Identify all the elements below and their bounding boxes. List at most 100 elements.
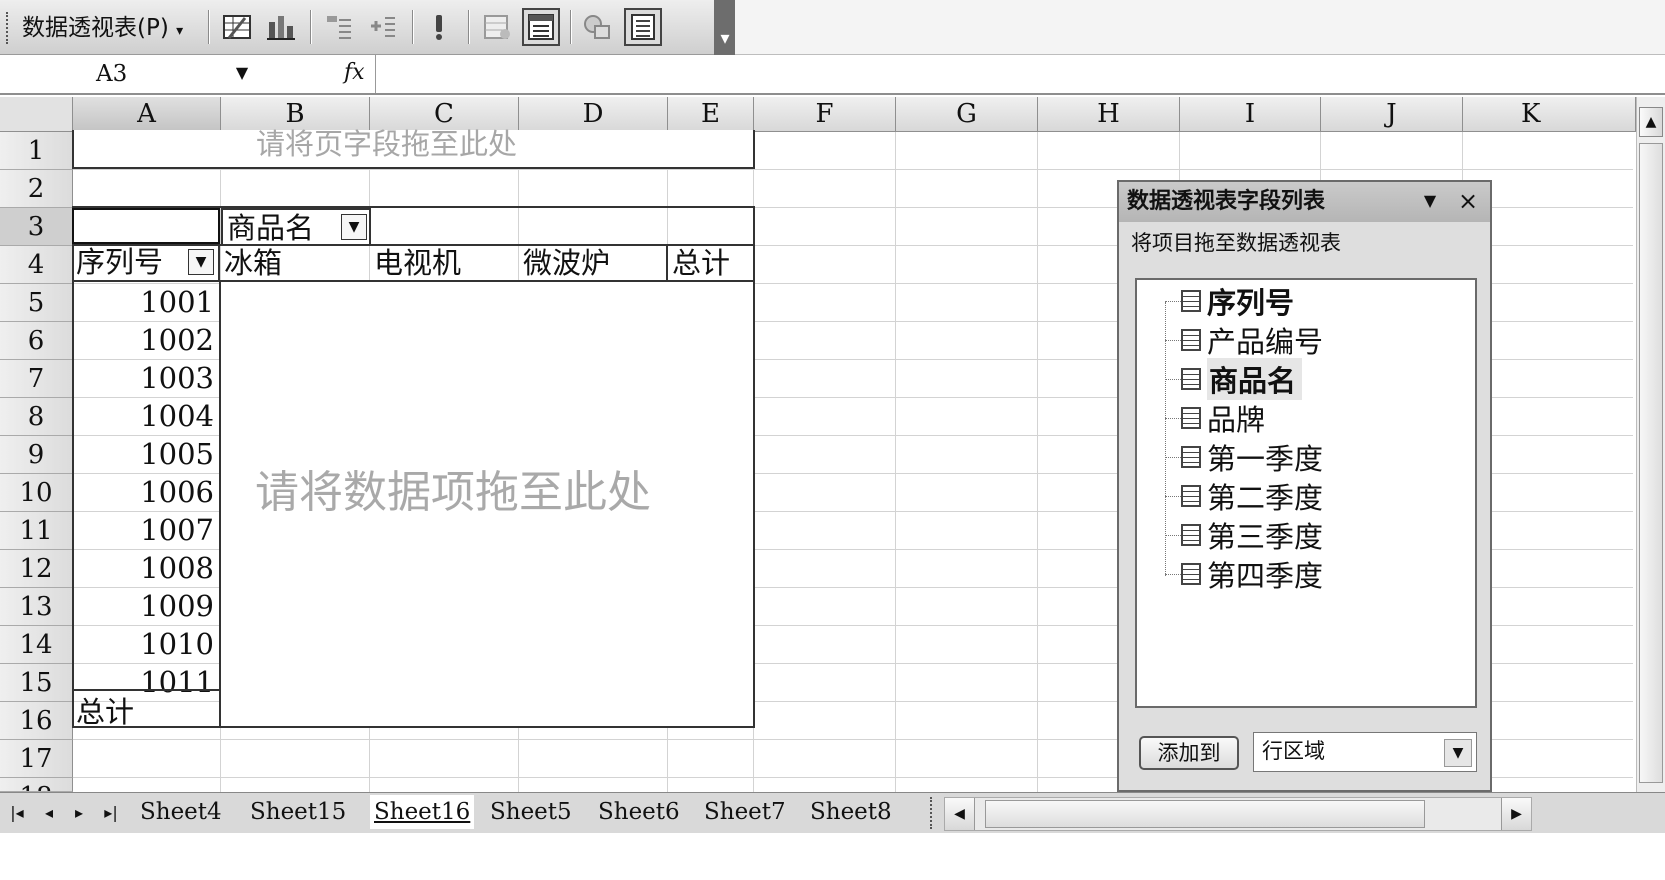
row-header-9[interactable]: 9 [0,436,73,474]
refresh-data-icon[interactable] [420,8,458,46]
page-field-drop-area[interactable]: 请将页字段拖至此处 [72,127,755,169]
field-item-q1[interactable]: 第一季度 [1165,438,1323,476]
sheet-tab[interactable]: Sheet7 [700,795,790,829]
active-cell-a3[interactable] [72,208,220,244]
tree-branch [1165,417,1181,419]
scroll-left-icon[interactable]: ◀ [945,798,975,830]
row-header-13[interactable]: 13 [0,588,73,626]
column-field-dropdown-icon[interactable]: ▼ [341,214,367,240]
row-header-12[interactable]: 12 [0,550,73,588]
show-detail-icon[interactable] [364,8,402,46]
tree-branch [1165,573,1181,575]
column-header-d[interactable]: D [519,97,668,132]
field-icon [1181,407,1201,429]
row-header-16[interactable]: 16 [0,702,73,740]
field-label: 产品编号 [1207,325,1324,359]
sheet-tab-active[interactable]: Sheet16 [370,795,475,829]
field-settings-icon[interactable] [578,8,616,46]
column-header-g[interactable]: G [896,97,1038,132]
row-header-18[interactable]: 18 [0,778,73,792]
format-report-icon[interactable] [218,8,256,46]
row-header-4[interactable]: 4 [0,246,73,284]
field-item-serial[interactable]: 序列号 [1165,282,1294,320]
gridline [73,169,1633,170]
column-field-button[interactable]: 商品名 ▼ [221,208,371,245]
field-label: 品牌 [1207,403,1266,437]
column-header-f[interactable]: F [754,97,896,132]
first-sheet-icon[interactable]: |◂ [6,799,28,827]
hide-detail-icon[interactable] [320,8,358,46]
horizontal-scroll-thumb[interactable] [985,800,1425,828]
column-header-e[interactable]: E [668,97,754,132]
column-header-i[interactable]: I [1180,97,1321,132]
last-sheet-icon[interactable]: ▸| [100,799,122,827]
chart-wizard-icon[interactable] [262,8,300,46]
vertical-scroll-thumb[interactable] [1639,143,1663,783]
sheet-tab[interactable]: Sheet6 [594,795,684,829]
insert-function-icon[interactable]: fx [340,55,376,93]
row-header-11[interactable]: 11 [0,512,73,550]
row-header-10[interactable]: 10 [0,474,73,512]
pivot-table-menu[interactable]: 数据透视表(P) ▾ [22,10,183,46]
row-header-3[interactable]: 3 [0,208,73,246]
prev-sheet-icon[interactable]: ◂ [38,799,60,827]
column-item-3: 总计 [672,246,731,280]
sheet-tab[interactable]: Sheet15 [246,795,350,829]
formula-input[interactable] [378,55,1665,93]
always-display-items-icon[interactable] [522,8,560,46]
field-item-product-code[interactable]: 产品编号 [1165,321,1323,359]
chevron-down-icon: ▾ [176,23,184,39]
sheet-tab[interactable]: Sheet4 [136,795,226,829]
field-item-q4[interactable]: 第四季度 [1165,555,1323,593]
field-item-q2[interactable]: 第二季度 [1165,477,1323,515]
column-header-j[interactable]: J [1321,97,1463,132]
scroll-right-icon[interactable]: ▶ [1501,798,1531,830]
select-all-corner[interactable] [0,97,73,132]
vertical-scrollbar[interactable]: ▲ [1636,97,1665,792]
row-header-1[interactable]: 1 [0,132,73,170]
show-field-list-icon[interactable] [624,8,662,46]
field-label: 商品名 [1207,358,1303,400]
sheet-tab[interactable]: Sheet5 [486,795,576,829]
row-field-dropdown-icon[interactable]: ▼ [188,249,214,275]
field-item-product-name[interactable]: 商品名 [1165,358,1303,400]
row-header-8[interactable]: 8 [0,398,73,436]
horizontal-scrollbar[interactable]: ◀ ▶ [944,797,1532,831]
field-label: 第二季度 [1207,481,1324,515]
column-item-1: 电视机 [374,246,462,280]
add-to-button[interactable]: 添加到 [1139,736,1239,770]
column-header-h[interactable]: H [1038,97,1180,132]
close-icon[interactable]: × [1455,188,1481,214]
field-icon [1181,446,1201,468]
row-header-7[interactable]: 7 [0,360,73,398]
field-label: 第三季度 [1207,520,1324,554]
row-header-17[interactable]: 17 [0,740,73,778]
toolbar-grip-handle[interactable] [6,12,10,44]
field-item-brand[interactable]: 品牌 [1165,399,1265,437]
field-item-q3[interactable]: 第三季度 [1165,516,1323,554]
panel-options-icon[interactable]: ▼ [1419,190,1441,212]
next-sheet-icon[interactable]: ▸ [68,799,90,827]
row-header-5[interactable]: 5 [0,284,73,322]
name-box-dropdown-icon[interactable]: ▼ [232,63,252,83]
chevron-down-icon[interactable]: ▼ [1444,739,1472,767]
row-header-15[interactable]: 15 [0,664,73,702]
row-header-14[interactable]: 14 [0,626,73,664]
toolbar-options-button[interactable]: ▾ [714,0,736,55]
sheet-tab[interactable]: Sheet8 [806,795,896,829]
row-header-6[interactable]: 6 [0,322,73,360]
pivot-table-toolbar: 数据透视表(P) ▾ ▾ [0,0,736,55]
area-select[interactable]: 行区域 ▼ [1253,732,1477,772]
scroll-up-icon[interactable]: ▲ [1639,107,1663,137]
row-header-2[interactable]: 2 [0,170,73,208]
column-header-k[interactable]: K [1463,97,1636,132]
include-hidden-icon[interactable] [478,8,516,46]
row-field-button[interactable]: 序列号 ▼ [72,244,220,282]
field-list-box: 序列号 产品编号 商品名 品牌 第一季度 第二季度 第三季度 第四季度 [1135,278,1477,708]
row-item: 1010 [140,627,214,661]
name-box[interactable]: A3 [0,55,230,93]
tab-split-handle[interactable] [930,797,938,829]
data-drop-area[interactable]: 请将数据项拖至此处 [219,280,755,728]
row-item: 1002 [140,323,214,357]
column-header-a[interactable]: A [73,97,221,132]
